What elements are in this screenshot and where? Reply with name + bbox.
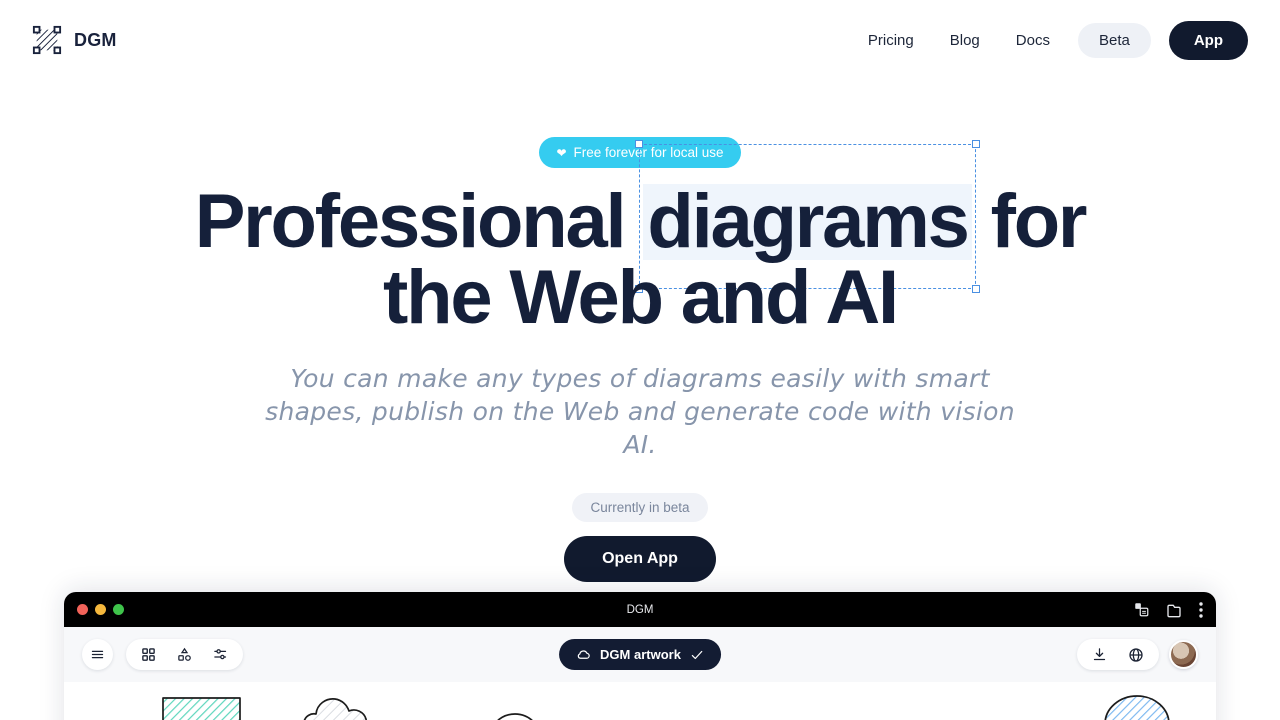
window-title: DGM <box>626 603 654 616</box>
cloud-shape <box>303 698 367 720</box>
blue-rounded-shape <box>1104 695 1170 720</box>
brand-logo-link[interactable]: DGM <box>32 25 117 55</box>
nav-app-button[interactable]: App <box>1168 20 1248 60</box>
cloud-icon <box>577 650 590 659</box>
globe-icon[interactable] <box>1128 647 1144 663</box>
hero-subtitle: You can make any types of diagrams easil… <box>265 364 1015 459</box>
page-title: Professional diagrams for the Web and AI <box>0 140 1280 340</box>
close-window-dot[interactable] <box>77 604 88 615</box>
nav-link-docs[interactable]: Docs <box>1002 24 1064 57</box>
nav-links-group: Pricing Blog Docs Beta App <box>854 20 1248 60</box>
sliders-icon[interactable] <box>213 647 228 662</box>
canvas-shapes <box>162 695 1170 720</box>
document-status-pill[interactable]: DGM artwork <box>559 639 721 670</box>
hero-section: ❤ Free forever for local use Professiona… <box>0 80 1280 582</box>
grid-icon[interactable] <box>141 647 156 662</box>
open-app-button[interactable]: Open App <box>564 536 716 582</box>
more-vertical-icon[interactable] <box>1199 601 1203 618</box>
toolbar-left-group <box>82 639 243 670</box>
heart-icon: ❤ <box>556 145 567 160</box>
beta-note-wrap: Currently in beta <box>0 461 1280 522</box>
teal-rectangle-shape <box>162 697 241 720</box>
app-toolbar: DGM artwork <box>64 627 1216 682</box>
top-navigation-bar: DGM Pricing Blog Docs Beta App <box>0 0 1280 80</box>
selection-box-icon <box>32 25 62 55</box>
toolbar-tools-group <box>126 639 243 670</box>
headline-selected-word[interactable]: diagrams <box>635 140 980 293</box>
diagram-canvas[interactable]: Radio Checkbox Label <box>64 682 1216 720</box>
landing-page: DGM Pricing Blog Docs Beta App ❤ Free fo… <box>0 0 1280 720</box>
headline-text-after: for <box>971 179 1088 264</box>
nav-beta-pill[interactable]: Beta <box>1077 22 1151 58</box>
headline-text-before: Professional <box>194 179 644 264</box>
selection-handle-top-right[interactable] <box>971 140 980 148</box>
beta-status-badge: Currently in beta <box>572 493 708 522</box>
tab-icon[interactable] <box>1166 602 1182 618</box>
window-controls <box>77 604 124 615</box>
shapes-icon[interactable] <box>177 647 192 662</box>
download-icon[interactable] <box>1092 647 1107 662</box>
headline-line-1: Professional diagrams for <box>0 140 1280 293</box>
window-titlebar: DGM <box>64 592 1216 627</box>
maximize-window-dot[interactable] <box>113 604 124 615</box>
free-forever-badge: ❤ Free forever for local use <box>539 137 741 168</box>
check-icon <box>691 650 703 659</box>
headline-selected-word-text: diagrams <box>647 179 970 264</box>
extensions-icon[interactable] <box>1134 602 1149 617</box>
menu-button[interactable] <box>82 639 113 670</box>
user-avatar[interactable] <box>1169 640 1198 669</box>
document-name-label: DGM artwork <box>600 647 681 662</box>
headline-line-2: the Web and AI <box>383 255 899 340</box>
nav-link-pricing[interactable]: Pricing <box>854 24 928 57</box>
export-tools-group <box>1077 639 1159 670</box>
free-forever-badge-label: Free forever for local use <box>573 145 724 160</box>
circle-shape <box>497 713 533 720</box>
minimize-window-dot[interactable] <box>95 604 106 615</box>
app-preview-window: DGM DGM artwork <box>64 592 1216 720</box>
brand-name: DGM <box>74 29 117 50</box>
titlebar-icon-group <box>1134 601 1203 618</box>
hamburger-icon <box>91 650 104 659</box>
toolbar-right-group <box>1077 639 1198 670</box>
nav-link-blog[interactable]: Blog <box>936 24 994 57</box>
